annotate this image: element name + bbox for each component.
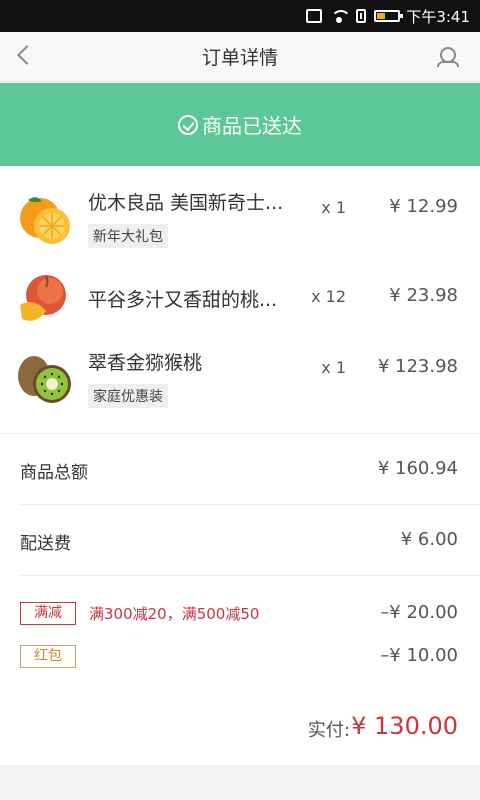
status-time: 下午3:41 [406, 7, 470, 26]
discount-row-full-reduction: 满减 满300减20，满500减50 –¥ 20.00 [20, 602, 480, 626]
item-price: ¥ 23.98 [389, 285, 458, 306]
discount-value: –¥ 20.00 [380, 602, 458, 623]
navigation-bar: 订单详情 [0, 32, 480, 82]
vibrate-icon [306, 9, 323, 23]
delivery-status-text: 商品已送达 [202, 114, 302, 138]
order-item[interactable]: 平谷多汁又香甜的桃... x 12 ¥ 23.98 [0, 259, 480, 339]
shipping-fee-label: 配送费 [20, 534, 71, 554]
discount-row-red-packet: 红包 –¥ 10.00 [20, 645, 480, 669]
shipping-fee-value: ¥ 6.00 [400, 529, 458, 550]
item-quantity: x 1 [321, 198, 346, 217]
total-label: 实付: [307, 720, 350, 741]
price-summary: 商品总额 ¥ 160.94 配送费 ¥ 6.00 满减 满300减20，满500… [0, 434, 480, 693]
wifi-icon [330, 9, 352, 23]
order-items-list: 优木良品 美国新奇士... 新年大礼包 x 1 ¥ 12.99 平谷多汁又香甜的… [0, 166, 480, 434]
item-tag: 家庭优惠装 [88, 384, 168, 408]
peach-image [20, 275, 66, 321]
item-quantity: x 12 [311, 287, 346, 306]
kiwi-image [18, 356, 71, 403]
item-price: ¥ 123.98 [377, 356, 458, 377]
battery-icon [374, 10, 404, 22]
goods-total-label: 商品总额 [20, 463, 88, 483]
total-payment-bar: 实付: ¥ 130.00 [0, 692, 480, 765]
customer-service-button[interactable] [434, 43, 462, 71]
status-bar: 下午3:41 [0, 0, 480, 32]
red-packet-value: –¥ 10.00 [380, 645, 458, 666]
item-name: 优木良品 美国新奇士... [88, 192, 284, 214]
goods-total-value: ¥ 160.94 [377, 458, 458, 479]
orange-image [20, 197, 70, 244]
discount-description: 满300减20，满500减50 [89, 605, 260, 623]
chevron-left-icon [17, 45, 37, 65]
check-circle-icon [178, 114, 198, 135]
order-item[interactable]: 优木良品 美国新奇士... 新年大礼包 x 1 ¥ 12.99 [0, 180, 480, 260]
item-quantity: x 1 [321, 358, 346, 377]
discount-badge: 满减 [20, 602, 76, 625]
item-price: ¥ 12.99 [389, 196, 458, 217]
goods-total-row: 商品总额 ¥ 160.94 [20, 434, 480, 505]
shipping-fee-row: 配送费 ¥ 6.00 [20, 505, 480, 576]
item-name: 平谷多汁又香甜的桃... [88, 289, 278, 311]
order-item[interactable]: 翠香金猕猴桃 家庭优惠装 x 1 ¥ 123.98 [0, 340, 480, 420]
red-packet-badge: 红包 [20, 645, 76, 668]
total-value: ¥ 130.00 [351, 712, 458, 740]
item-name: 翠香金猕猴桃 [88, 352, 203, 374]
page-title: 订单详情 [201, 47, 278, 69]
delivery-status-banner: 商品已送达 [0, 83, 480, 166]
status-icons [306, 9, 404, 23]
discounts-section: 满减 满300减20，满500减50 –¥ 20.00 红包 –¥ 10.00 [20, 576, 480, 693]
item-tag: 新年大礼包 [88, 224, 168, 248]
notification-icon [356, 9, 367, 23]
back-button[interactable] [14, 45, 38, 69]
